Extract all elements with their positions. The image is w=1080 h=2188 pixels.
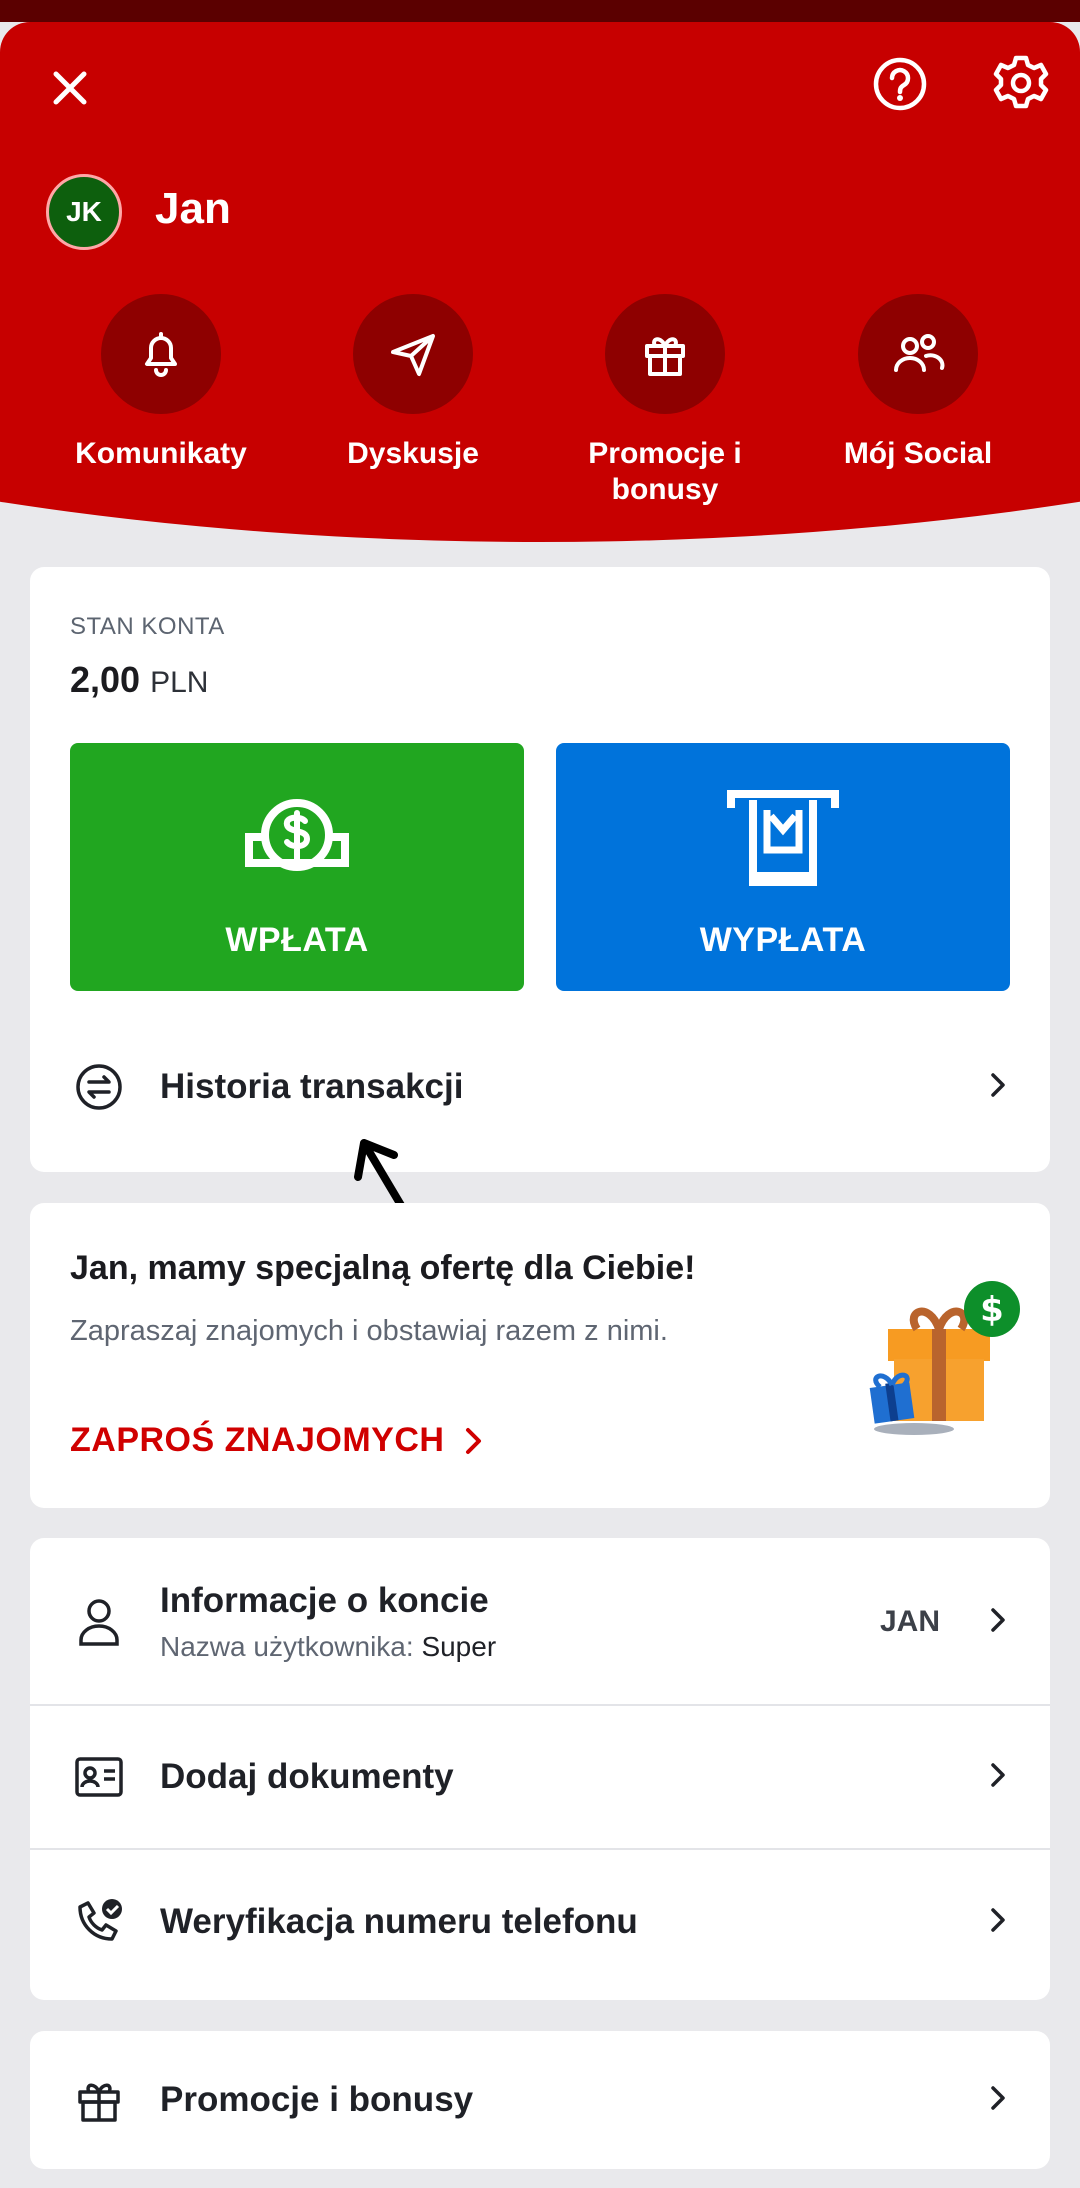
chevron-right-icon — [466, 1427, 482, 1454]
withdraw-button[interactable]: WYPŁATA — [556, 743, 1010, 991]
status-bar — [0, 0, 1080, 22]
atm-icon — [725, 783, 841, 893]
promotions-card: Promocje i bonusy — [30, 2031, 1050, 2169]
money-coin-icon — [239, 783, 355, 893]
add-documents-row[interactable]: Dodaj dokumenty — [30, 1706, 1050, 1848]
bell-icon — [101, 294, 221, 414]
action-komunikaty[interactable]: Komunikaty — [51, 294, 271, 472]
phone-verification-row[interactable]: Weryfikacja numeru telefonu — [30, 1850, 1050, 1994]
chevron-right-icon — [988, 2084, 1008, 2117]
transaction-history-link[interactable]: Historia transakcji — [30, 1051, 1050, 1123]
phone-check-icon — [30, 1897, 160, 1947]
gear-icon[interactable] — [988, 50, 1054, 116]
action-label: Promocje i bonusy — [588, 437, 742, 506]
phone-verification-label: Weryfikacja numeru telefonu — [160, 1902, 638, 1941]
promotions-row[interactable]: Promocje i bonusy — [30, 2031, 1050, 2169]
avatar: JK — [46, 174, 122, 250]
promotions-label: Promocje i bonusy — [160, 2080, 474, 2119]
action-label: Komunikaty — [75, 437, 247, 470]
balance-amount: 2,00 PLN — [70, 659, 209, 700]
send-icon — [353, 294, 473, 414]
transaction-history-label: Historia transakcji — [160, 1067, 464, 1106]
deposit-button[interactable]: WPŁATA — [70, 743, 524, 991]
promo-title: Jan, mamy specjalną ofertę dla Ciebie! — [70, 1249, 696, 1287]
action-dyskusje[interactable]: Dyskusje — [303, 294, 523, 472]
chevron-right-icon — [988, 1906, 1008, 1939]
username-info: Nazwa użytkownika: Super — [160, 1631, 497, 1662]
help-icon[interactable] — [868, 52, 932, 116]
balance-label: STAN KONTA — [70, 613, 225, 640]
invite-friends-button[interactable]: ZAPROŚ ZNAJOMYCH — [70, 1421, 484, 1460]
withdraw-label: WYPŁATA — [699, 921, 867, 959]
action-label: Dyskusje — [347, 437, 479, 470]
id-card-icon — [30, 1755, 160, 1799]
action-label: Mój Social — [843, 437, 993, 470]
gift-illustration-icon: $ — [830, 1273, 1030, 1448]
profile-header: JK Jan Komunikaty Dyskusje Promocje i bo… — [0, 22, 1080, 542]
invite-promo-card: Jan, mamy specjalną ofertę dla Ciebie! Z… — [30, 1203, 1050, 1508]
account-info-row[interactable]: Informacje o koncie Nazwa użytkownika: S… — [30, 1538, 1050, 1706]
svg-text:$: $ — [980, 1290, 1004, 1330]
add-documents-label: Dodaj dokumenty — [160, 1757, 454, 1796]
action-moj-social[interactable]: Mój Social — [808, 294, 1028, 472]
gift-icon — [605, 294, 725, 414]
gift-icon — [30, 2076, 160, 2124]
action-promocje[interactable]: Promocje i bonusy — [555, 294, 775, 508]
chevron-right-icon — [988, 1761, 1008, 1794]
people-icon — [858, 294, 978, 414]
balance-card: STAN KONTA 2,00 PLN WPŁATA WYPŁATA Histo… — [30, 567, 1050, 1172]
chevron-right-icon — [988, 1071, 1008, 1104]
username: Jan — [155, 184, 231, 233]
deposit-label: WPŁATA — [225, 921, 369, 959]
promo-subtitle: Zapraszaj znajomych i obstawiaj razem z … — [70, 1315, 668, 1347]
chevron-right-icon — [988, 1606, 1008, 1639]
transfer-icon — [30, 1062, 160, 1112]
account-display-name: JAN — [879, 1605, 940, 1638]
close-icon[interactable] — [40, 58, 100, 118]
account-card: Informacje o koncie Nazwa użytkownika: S… — [30, 1538, 1050, 2000]
account-info-title: Informacje o koncie — [160, 1581, 489, 1620]
user-icon — [30, 1596, 160, 1648]
